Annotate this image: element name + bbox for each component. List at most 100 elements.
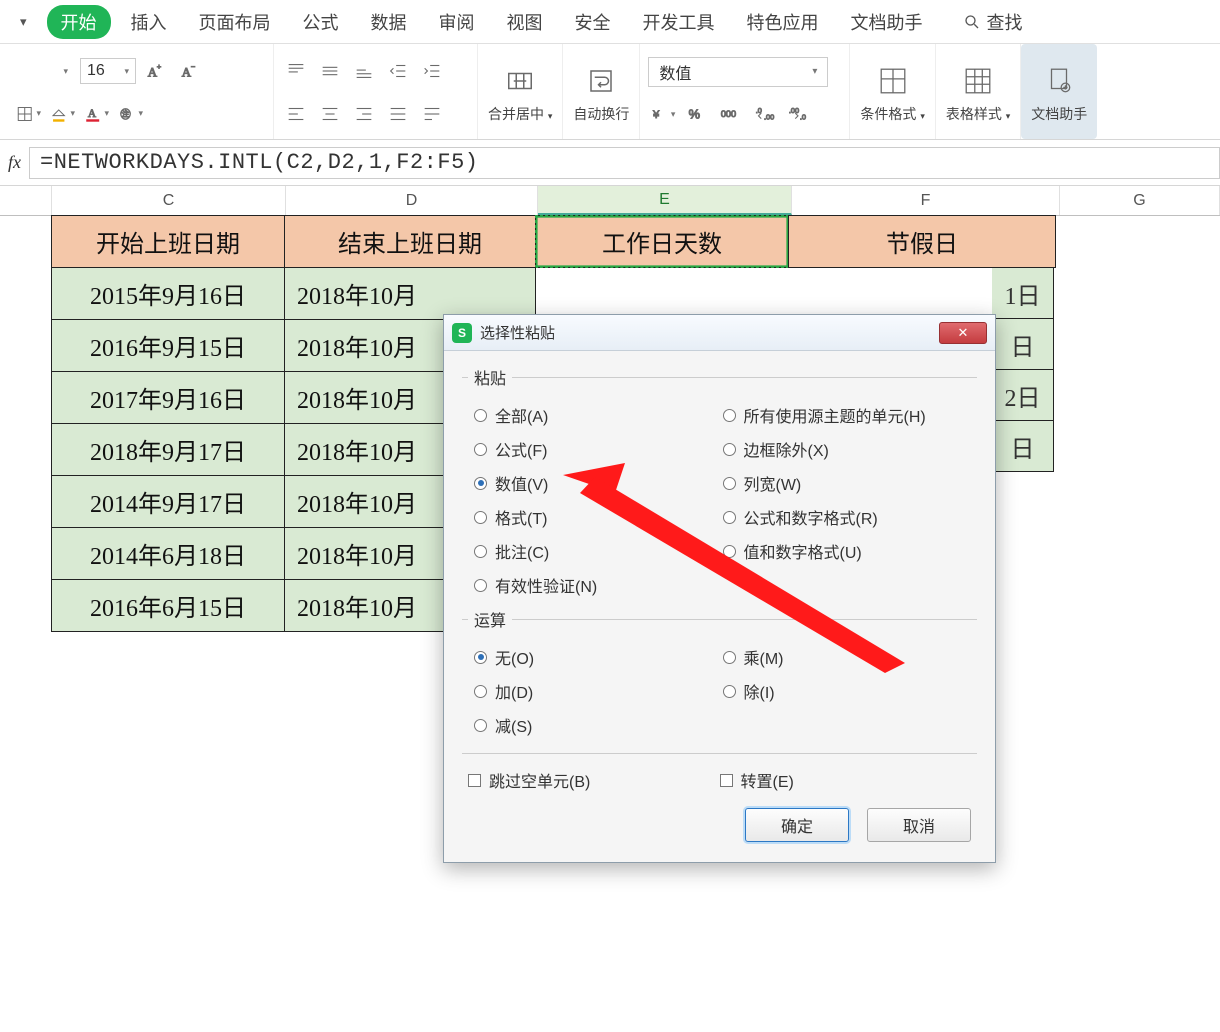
column-headers: C D E F G xyxy=(0,186,1220,216)
justify-icon[interactable] xyxy=(384,100,412,128)
radio-theme[interactable]: 所有使用源主题的单元(H) xyxy=(723,403,972,427)
cell-header-C[interactable]: 开始上班日期 xyxy=(51,215,285,268)
doc-assist-label: 文档助手 xyxy=(1031,102,1087,124)
radio-colwidth[interactable]: 列宽(W) xyxy=(723,471,972,495)
tab-start[interactable]: 开始 xyxy=(47,5,111,39)
radio-label: 格式(T) xyxy=(495,505,547,529)
cell[interactable]: 2018年9月17日 xyxy=(51,423,285,476)
check-transpose[interactable]: 转置(E) xyxy=(720,768,972,792)
tab-insert[interactable]: 插入 xyxy=(119,3,179,41)
fx-label[interactable]: fx xyxy=(8,152,21,173)
cell[interactable]: 2014年6月18日 xyxy=(51,527,285,580)
svg-text:−: − xyxy=(191,62,195,71)
tab-review[interactable]: 审阅 xyxy=(427,3,487,41)
cell[interactable]: 2017年9月16日 xyxy=(51,371,285,424)
align-center-icon[interactable] xyxy=(316,100,344,128)
autowrap-button[interactable]: 自动换行 xyxy=(563,44,640,139)
align-middle-icon[interactable] xyxy=(316,57,344,85)
radio-label: 减(S) xyxy=(495,713,532,737)
decrease-font-icon[interactable]: A− xyxy=(176,57,204,85)
comma-icon[interactable]: 000 xyxy=(716,100,744,128)
cell[interactable]: 2014年9月17日 xyxy=(51,475,285,528)
formula-bar: fx =NETWORKDAYS.INTL(C2,D2,1,F2:F5) xyxy=(0,140,1220,186)
cancel-button[interactable]: 取消 xyxy=(867,808,971,842)
radio-label: 全部(A) xyxy=(495,403,548,427)
radio-formats[interactable]: 格式(T) xyxy=(474,505,723,529)
border-icon[interactable] xyxy=(14,100,42,128)
tab-data[interactable]: 数据 xyxy=(359,3,419,41)
align-bottom-icon[interactable] xyxy=(350,57,378,85)
tab-search[interactable]: 查找 xyxy=(951,3,1035,41)
distribute-icon[interactable] xyxy=(418,100,446,128)
col-header-G[interactable]: G xyxy=(1060,186,1220,215)
tab-view[interactable]: 视图 xyxy=(495,3,555,41)
check-skip-blanks[interactable]: 跳过空单元(B) xyxy=(468,768,720,792)
conditional-format-button[interactable]: 条件格式 ▾ xyxy=(850,44,935,139)
cell[interactable]: 2016年6月15日 xyxy=(51,579,285,632)
cell-peek[interactable]: 日 xyxy=(992,318,1054,370)
dialog-titlebar[interactable]: S 选择性粘贴 ✕ xyxy=(444,315,995,351)
radio-op-none[interactable]: 无(O) xyxy=(474,645,723,669)
increase-decimal-icon[interactable]: .0.00 xyxy=(750,100,778,128)
radio-op-add[interactable]: 加(D) xyxy=(474,679,723,703)
ribbon-tabs: ▾ 开始 插入 页面布局 公式 数据 审阅 视图 安全 开发工具 特色应用 文档… xyxy=(0,0,1220,44)
merge-center-label: 合并居中 xyxy=(488,106,544,122)
indent-icon[interactable] xyxy=(418,57,446,85)
col-header-E[interactable]: E xyxy=(538,186,792,215)
cell-header-F[interactable]: 节假日 xyxy=(788,215,1056,268)
tab-dev[interactable]: 开发工具 xyxy=(631,3,727,41)
radio-formulas[interactable]: 公式(F) xyxy=(474,437,723,461)
font-size-select[interactable]: 16 xyxy=(80,58,136,84)
cell-peek[interactable]: 1日 xyxy=(992,267,1054,319)
radio-op-sub[interactable]: 减(S) xyxy=(474,713,723,737)
col-header-C[interactable]: C xyxy=(52,186,286,215)
increase-font-icon[interactable]: A+ xyxy=(142,57,170,85)
formula-input[interactable]: =NETWORKDAYS.INTL(C2,D2,1,F2:F5) xyxy=(29,147,1220,179)
align-top-icon[interactable] xyxy=(282,57,310,85)
col-header-D[interactable]: D xyxy=(286,186,538,215)
cell[interactable]: 2015年9月16日 xyxy=(51,267,285,320)
tab-formula[interactable]: 公式 xyxy=(291,3,351,41)
close-button[interactable]: ✕ xyxy=(939,322,987,344)
radio-noborder[interactable]: 边框除外(X) xyxy=(723,437,972,461)
number-format-select[interactable]: 数值 xyxy=(648,57,828,87)
align-left-icon[interactable] xyxy=(282,100,310,128)
merge-center-button[interactable]: 合并居中 ▾ xyxy=(478,44,563,139)
cell-peek[interactable]: 2日 xyxy=(992,369,1054,421)
font-color-icon[interactable]: A xyxy=(82,100,110,128)
cell[interactable]: 2016年9月15日 xyxy=(51,319,285,372)
table-style-button[interactable]: 表格样式 ▾ xyxy=(936,44,1021,139)
ok-button[interactable]: 确定 xyxy=(745,808,849,842)
currency-icon[interactable]: ¥ xyxy=(648,100,676,128)
app-menu-caret[interactable]: ▾ xyxy=(20,14,27,30)
percent-icon[interactable]: % xyxy=(682,100,710,128)
radio-valnum[interactable]: 值和数字格式(U) xyxy=(723,539,972,563)
radio-values[interactable]: 数值(V) xyxy=(474,471,723,495)
radio-op-div[interactable]: 除(I) xyxy=(723,679,972,703)
radio-op-mul[interactable]: 乘(M) xyxy=(723,645,972,669)
align-right-icon[interactable] xyxy=(350,100,378,128)
radio-formnum[interactable]: 公式和数字格式(R) xyxy=(723,505,972,529)
radio-label: 公式(F) xyxy=(495,437,547,461)
doc-assist-button[interactable]: 文档助手 xyxy=(1021,44,1097,139)
radio-all[interactable]: 全部(A) xyxy=(474,403,723,427)
tab-layout[interactable]: 页面布局 xyxy=(187,3,283,41)
col-header-F[interactable]: F xyxy=(792,186,1060,215)
radio-validation[interactable]: 有效性验证(N) xyxy=(474,573,723,597)
asian-layout-icon[interactable]: ㊟ xyxy=(116,100,144,128)
radio-label: 数值(V) xyxy=(495,471,548,495)
tab-assist[interactable]: 文档助手 xyxy=(839,3,935,41)
outdent-icon[interactable] xyxy=(384,57,412,85)
radio-comments[interactable]: 批注(C) xyxy=(474,539,723,563)
cell-peek[interactable]: 日 xyxy=(992,420,1054,472)
tab-security[interactable]: 安全 xyxy=(563,3,623,41)
tab-special[interactable]: 特色应用 xyxy=(735,3,831,41)
check-label: 转置(E) xyxy=(741,768,794,792)
autowrap-label: 自动换行 xyxy=(573,102,629,124)
fill-icon[interactable] xyxy=(48,100,76,128)
cell-header-E[interactable]: 工作日天数 xyxy=(535,215,789,268)
cell-header-D[interactable]: 结束上班日期 xyxy=(284,215,536,268)
decrease-decimal-icon[interactable]: .00.0 xyxy=(784,100,812,128)
radio-label: 加(D) xyxy=(495,679,533,703)
cell[interactable]: 2018年10月 xyxy=(284,267,536,320)
